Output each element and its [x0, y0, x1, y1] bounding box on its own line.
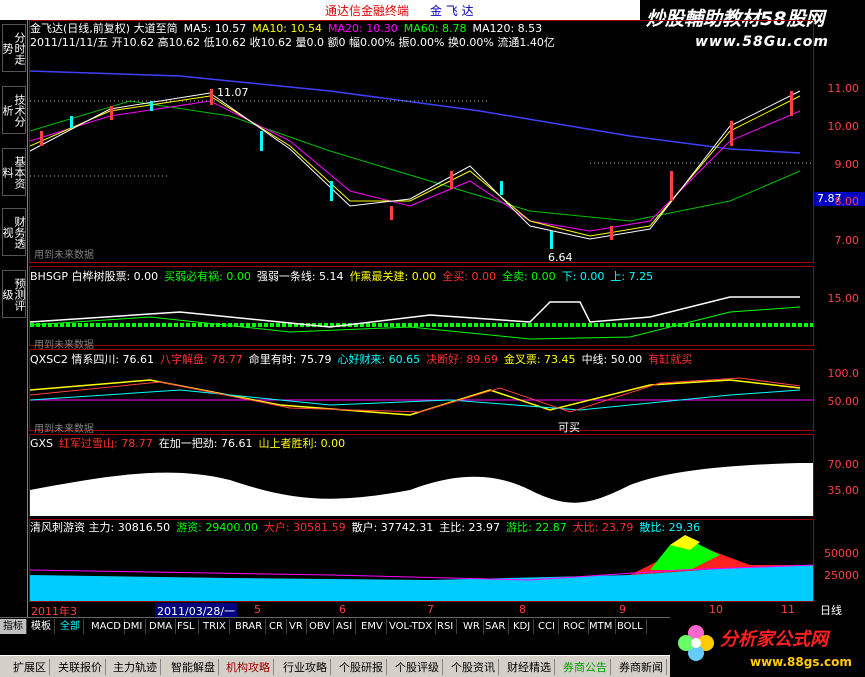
tab-rsi[interactable]: RSI [434, 619, 458, 634]
tab-sar[interactable]: SAR [482, 619, 510, 634]
app-title: 通达信金融终端 [325, 4, 410, 18]
tab-trix[interactable]: TRIX [200, 619, 230, 634]
btn-main-track[interactable]: 主力轨迹 [110, 659, 161, 675]
main-header: 金飞达(日线,前复权) 大道至简 MA5: 10.57 MA10: 10.54 MA2… [30, 22, 543, 35]
candle-chart [29, 70, 814, 249]
flower-icon [678, 625, 714, 661]
btn-smart[interactable]: 智能解盘 [168, 659, 219, 675]
high-label: 11.07 [217, 86, 249, 99]
tab-indicator[interactable]: 指标 [0, 619, 27, 634]
tab-cr[interactable]: CR [266, 619, 287, 634]
tab-template[interactable]: 模板 [28, 619, 55, 634]
btn-report[interactable]: 个股研报 [336, 659, 387, 675]
tab-dma[interactable]: DMA [146, 619, 177, 634]
p4-yaxis: 70.00 35.00 [813, 434, 865, 516]
tab-wr[interactable]: WR [460, 619, 484, 634]
btn-inst[interactable]: 机构攻略 [223, 659, 274, 675]
btn-expand[interactable]: 扩展区 [10, 659, 50, 675]
sidebar: 分时走势 技术分析 基本资料 财务透视 预测评级 [0, 20, 28, 617]
tab-boll[interactable]: BOLL [614, 619, 647, 634]
btn-rating[interactable]: 个股评级 [392, 659, 443, 675]
tab-fundamental[interactable]: 基本资料 [1, 148, 26, 196]
bar-info: 2011/11/11/五 开10.62 高10.62 低10.62 收10.62… [30, 36, 555, 49]
btn-broker-news[interactable]: 券商新闻 [616, 659, 667, 675]
tab-technical[interactable]: 技术分析 [1, 86, 26, 134]
logo-name: 分析家公式网 [720, 629, 828, 650]
main-yaxis: 11.00 10.00 9.00 8.00 7.00 [813, 20, 865, 263]
logo-watermark: 分析家公式网 www.88gs.com [670, 615, 865, 677]
p2-header: BHSGP 白桦树股票: 0.00 买弱必有祸: 0.00 强弱一条线: 5.14 作… [30, 270, 654, 283]
btn-related[interactable]: 关联报价 [55, 659, 106, 675]
tab-kdj[interactable]: KDJ [510, 619, 535, 634]
p5-yaxis: 50000 25000 [813, 519, 865, 601]
stock-name: 金 飞 达 [430, 4, 474, 18]
tab-all[interactable]: 全部 [57, 619, 84, 634]
tab-vol-tdx[interactable]: VOL-TDX [386, 619, 437, 634]
btn-finance[interactable]: 财经精选 [504, 659, 555, 675]
btn-broker-notice[interactable]: 券商公告 [560, 659, 611, 675]
candles [40, 89, 793, 249]
tab-timeshare[interactable]: 分时走势 [1, 24, 26, 72]
logo-url: www.88gs.com [750, 655, 852, 669]
future-data-note: 用到未来数据 [34, 250, 94, 261]
buy-label: 可买 [558, 421, 580, 434]
tab-vr[interactable]: VR [286, 619, 307, 634]
p3-header: QXSC2 情系四川: 76.61 八字解盘: 78.77 命里有时: 75.79 心… [30, 353, 693, 366]
tab-finance[interactable]: 财务透视 [1, 208, 26, 256]
btn-industry[interactable]: 行业攻略 [280, 659, 331, 675]
btn-news[interactable]: 个股资讯 [448, 659, 499, 675]
tab-mtm[interactable]: MTM [586, 619, 617, 634]
tab-brar[interactable]: BRAR [232, 619, 267, 634]
p3-yaxis: 100.0 50.00 [813, 349, 865, 431]
tab-emv[interactable]: EMV [358, 619, 387, 634]
p4-header: GXS 红军过雪山: 78.77 在加一把劲: 76.61 山上者胜利: 0.00 [30, 437, 346, 450]
tab-fsl[interactable]: FSL [174, 619, 199, 634]
low-label: 6.64 [548, 251, 573, 264]
p2-yaxis: 15.00 [813, 266, 865, 346]
tab-roc[interactable]: ROC [560, 619, 589, 634]
tab-rating[interactable]: 预测评级 [1, 270, 26, 318]
main-chart-panel[interactable] [29, 20, 814, 263]
tab-asi[interactable]: ASI [333, 619, 357, 634]
tab-obv[interactable]: OBV [306, 619, 335, 634]
tab-dmi[interactable]: DMI [120, 619, 147, 634]
p5-header: 清风刺游资 主力: 30816.50 游资: 29400.00 大户: 30581.… [30, 521, 701, 534]
p3-future-note: 用到未来数据 [34, 424, 94, 435]
tab-cci[interactable]: CCI [535, 619, 559, 634]
x-axis: 2011年3 2011/03/28/一 5 6 7 8 9 10 11 [29, 601, 813, 619]
